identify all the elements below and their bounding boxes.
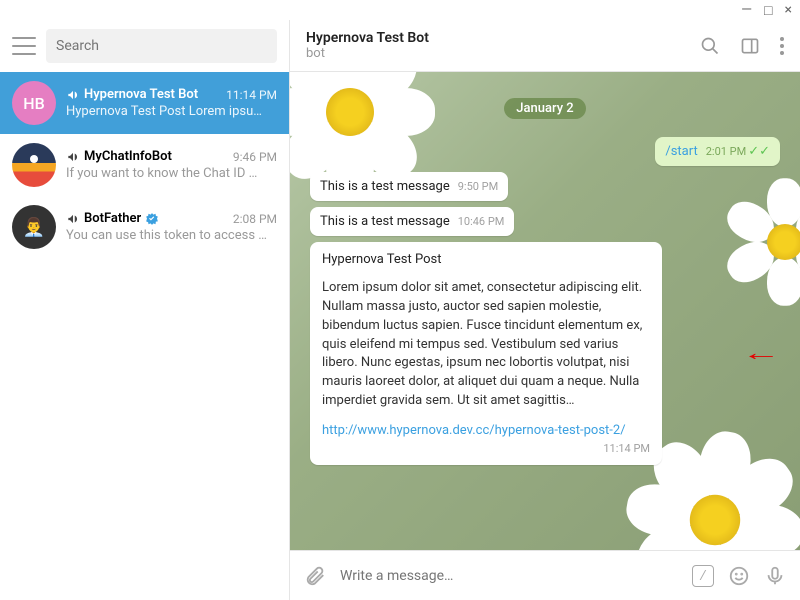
avatar: HB xyxy=(12,81,56,125)
avatar xyxy=(12,143,56,187)
message-incoming[interactable]: This is a test message 10:46 PM xyxy=(310,207,514,236)
message-post[interactable]: Hypernova Test Post Lorem ipsum dolor si… xyxy=(310,242,662,465)
main-panel: Hypernova Test Bot bot xyxy=(290,20,800,600)
annotation-arrow-icon: ← xyxy=(741,340,781,366)
chat-item-hypernova[interactable]: HB Hypernova Test Bot 11:14 PM Hypernova… xyxy=(0,72,289,134)
channel-icon xyxy=(66,150,80,164)
avatar: 👨‍💼 xyxy=(12,205,56,249)
mic-icon[interactable] xyxy=(764,565,786,587)
message-time: 9:50 PM xyxy=(458,180,498,193)
chat-preview: You can use this token to access … xyxy=(66,228,277,243)
window-titlebar: — □ × xyxy=(0,0,800,20)
message-list[interactable]: January 2 /start 2:01 PM ✓✓ This is a te… xyxy=(290,72,800,550)
chat-item-botfather[interactable]: 👨‍💼 BotFather 2:08 PM You can use this t… xyxy=(0,196,289,258)
chat-time: 9:46 PM xyxy=(233,150,277,164)
chat-name: BotFather xyxy=(84,211,141,226)
chat-item-mychatinfo[interactable]: MyChatInfoBot 9:46 PM If you want to kno… xyxy=(0,134,289,196)
close-button[interactable]: × xyxy=(785,2,792,18)
post-link[interactable]: http://www.hypernova.dev.cc/hypernova-te… xyxy=(322,423,650,438)
sidebar: HB Hypernova Test Bot 11:14 PM Hypernova… xyxy=(0,20,290,600)
channel-icon xyxy=(66,212,80,226)
channel-icon xyxy=(66,88,80,102)
date-badge: January 2 xyxy=(504,98,585,119)
message-time: 10:46 PM xyxy=(458,215,505,228)
message-text: This is a test message xyxy=(320,179,450,194)
more-icon[interactable] xyxy=(780,37,784,55)
message-text: This is a test message xyxy=(320,214,450,229)
menu-button[interactable] xyxy=(12,37,36,55)
chat-time: 2:08 PM xyxy=(233,212,277,226)
message-incoming[interactable]: This is a test message 9:50 PM xyxy=(310,172,508,201)
search-input[interactable] xyxy=(56,38,267,54)
chat-name: MyChatInfoBot xyxy=(84,149,172,164)
chat-header: Hypernova Test Bot bot xyxy=(290,20,800,72)
composer: / xyxy=(290,550,800,600)
chat-time: 11:14 PM xyxy=(226,88,277,102)
minimize-button[interactable]: — xyxy=(741,2,752,18)
search-icon[interactable] xyxy=(700,36,720,56)
chat-name: Hypernova Test Bot xyxy=(84,87,198,102)
emoji-icon[interactable] xyxy=(728,565,750,587)
message-time: 2:01 PM xyxy=(706,145,746,158)
chat-background: January 2 /start 2:01 PM ✓✓ This is a te… xyxy=(290,72,800,550)
attach-icon[interactable] xyxy=(304,565,326,587)
message-text: /start xyxy=(665,144,697,159)
chat-title: Hypernova Test Bot xyxy=(306,30,700,46)
post-title: Hypernova Test Post xyxy=(322,252,650,267)
post-body: Lorem ipsum dolor sit amet, consectetur … xyxy=(322,279,650,411)
message-input[interactable] xyxy=(340,568,678,584)
search-box[interactable] xyxy=(46,29,277,63)
commands-icon[interactable]: / xyxy=(692,565,714,587)
chat-preview: Hypernova Test Post Lorem ipsu… xyxy=(66,104,277,119)
chat-subtitle: bot xyxy=(306,46,700,61)
verified-icon xyxy=(145,212,159,226)
message-time: 11:14 PM xyxy=(322,442,650,455)
maximize-button[interactable]: □ xyxy=(764,2,772,19)
chat-preview: If you want to know the Chat ID … xyxy=(66,166,277,181)
message-outgoing[interactable]: /start 2:01 PM ✓✓ xyxy=(655,137,780,166)
sidepanel-icon[interactable] xyxy=(740,36,760,56)
chat-list: HB Hypernova Test Bot 11:14 PM Hypernova… xyxy=(0,72,289,600)
read-checks-icon: ✓✓ xyxy=(748,144,770,159)
